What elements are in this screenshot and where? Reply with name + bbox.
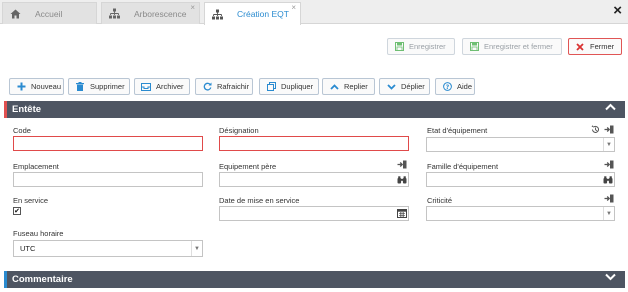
binoculars-icon[interactable] [396,173,408,186]
svg-text:?: ? [445,84,449,91]
collapse-button[interactable]: Replier [322,78,375,95]
tab-arborescence[interactable]: Arborescence × [101,2,200,24]
open-link-icon[interactable] [604,159,614,169]
save-and-close-button[interactable]: Enregistrer et fermer [462,38,562,55]
criticite-select[interactable]: ▼ [426,206,615,221]
tab-accueil[interactable]: Accueil [2,2,97,24]
tab-label: Création EQT [237,9,289,19]
dropdown-arrow-icon: ▼ [603,138,614,151]
chevron-up-icon[interactable] [605,103,616,114]
hierarchy-icon [108,8,120,20]
new-label: Nouveau [31,82,62,91]
duplicate-button[interactable]: Dupliquer [259,78,319,95]
calendar-icon[interactable] [396,207,408,220]
designation-field[interactable] [219,136,409,151]
duplicate-label: Dupliquer [281,82,314,91]
tab-close-icon[interactable]: × [291,4,296,12]
save-and-close-label: Enregistrer et fermer [484,42,553,51]
open-link-icon[interactable] [397,159,407,169]
date-service-field[interactable] [219,206,409,221]
tab-label: Arborescence [134,8,187,19]
fuseau-label: Fuseau horaire [13,229,64,238]
history-icon[interactable] [590,124,600,134]
save-icon [468,42,480,51]
check-icon: ✔ [14,207,20,215]
archive-button[interactable]: Archiver [134,78,190,95]
tab-label: Accueil [35,8,63,19]
trash-icon [74,82,86,91]
criticite-label: Criticité [427,196,453,205]
en-service-label: En service [13,196,49,205]
save-label: Enregistrer [409,42,446,51]
binoculars-icon[interactable] [602,173,614,186]
plus-icon [15,82,27,91]
emplacement-field[interactable] [13,172,203,187]
fuseau-value: UTC [20,244,36,253]
section-header-commentaire[interactable]: Commentaire [4,271,625,288]
famille-field[interactable] [426,172,615,187]
section-title: Entête [12,104,42,115]
save-button[interactable]: Enregistrer [387,38,455,55]
dropdown-arrow-icon: ▼ [191,241,202,256]
code-field[interactable] [13,136,203,151]
section-header-entete[interactable]: Entête [4,101,625,118]
delete-button[interactable]: Supprimer [68,78,130,95]
tab-close-icon[interactable]: × [190,4,195,12]
refresh-icon [201,82,213,91]
designation-label: Désignation [219,126,259,135]
expand-button[interactable]: Déplier [379,78,430,95]
tab-bar: Accueil Arborescence × Création EQT × × [0,0,628,25]
chevron-down-icon [385,83,397,90]
date-service-label: Date de mise en service [219,196,300,205]
help-label: Aide [457,82,473,91]
section-title: Commentaire [12,274,73,285]
close-button[interactable]: Fermer [568,38,622,55]
open-link-icon[interactable] [604,124,614,134]
close-x-icon [574,42,586,51]
chevron-down-icon[interactable] [605,273,616,284]
help-icon: ? [441,82,453,91]
save-icon [393,42,405,51]
open-link-icon[interactable] [604,193,614,203]
new-button[interactable]: Nouveau [9,78,64,95]
close-label: Fermer [590,42,615,51]
equipement-pere-field[interactable] [219,172,409,187]
chevron-up-icon [328,83,340,90]
copy-icon [265,82,277,91]
close-window-icon[interactable]: × [613,3,622,19]
hierarchy-icon [211,8,223,20]
archive-label: Archiver [156,82,184,91]
refresh-label: Rafraichir [217,82,250,91]
tab-creation-eqt[interactable]: Création EQT × [204,2,301,25]
equipement-pere-label: Equipement père [219,162,277,171]
fuseau-select[interactable]: UTC ▼ [13,240,203,257]
collapse-label: Replier [344,82,368,91]
section-accent [4,101,7,118]
refresh-button[interactable]: Rafraichir [195,78,253,95]
code-label: Code [13,126,31,135]
delete-label: Supprimer [90,82,125,91]
archive-icon [140,82,152,91]
etat-label: Etat d'équipement [427,126,488,135]
en-service-checkbox[interactable]: ✔ [13,207,21,215]
etat-select[interactable]: ▼ [426,137,615,152]
famille-label: Famille d'équipement [427,162,499,171]
home-icon [9,8,21,20]
help-button[interactable]: ? Aide [435,78,475,95]
emplacement-label: Emplacement [13,162,59,171]
expand-label: Déplier [401,82,425,91]
dropdown-arrow-icon: ▼ [603,207,614,220]
section-accent [4,271,7,288]
